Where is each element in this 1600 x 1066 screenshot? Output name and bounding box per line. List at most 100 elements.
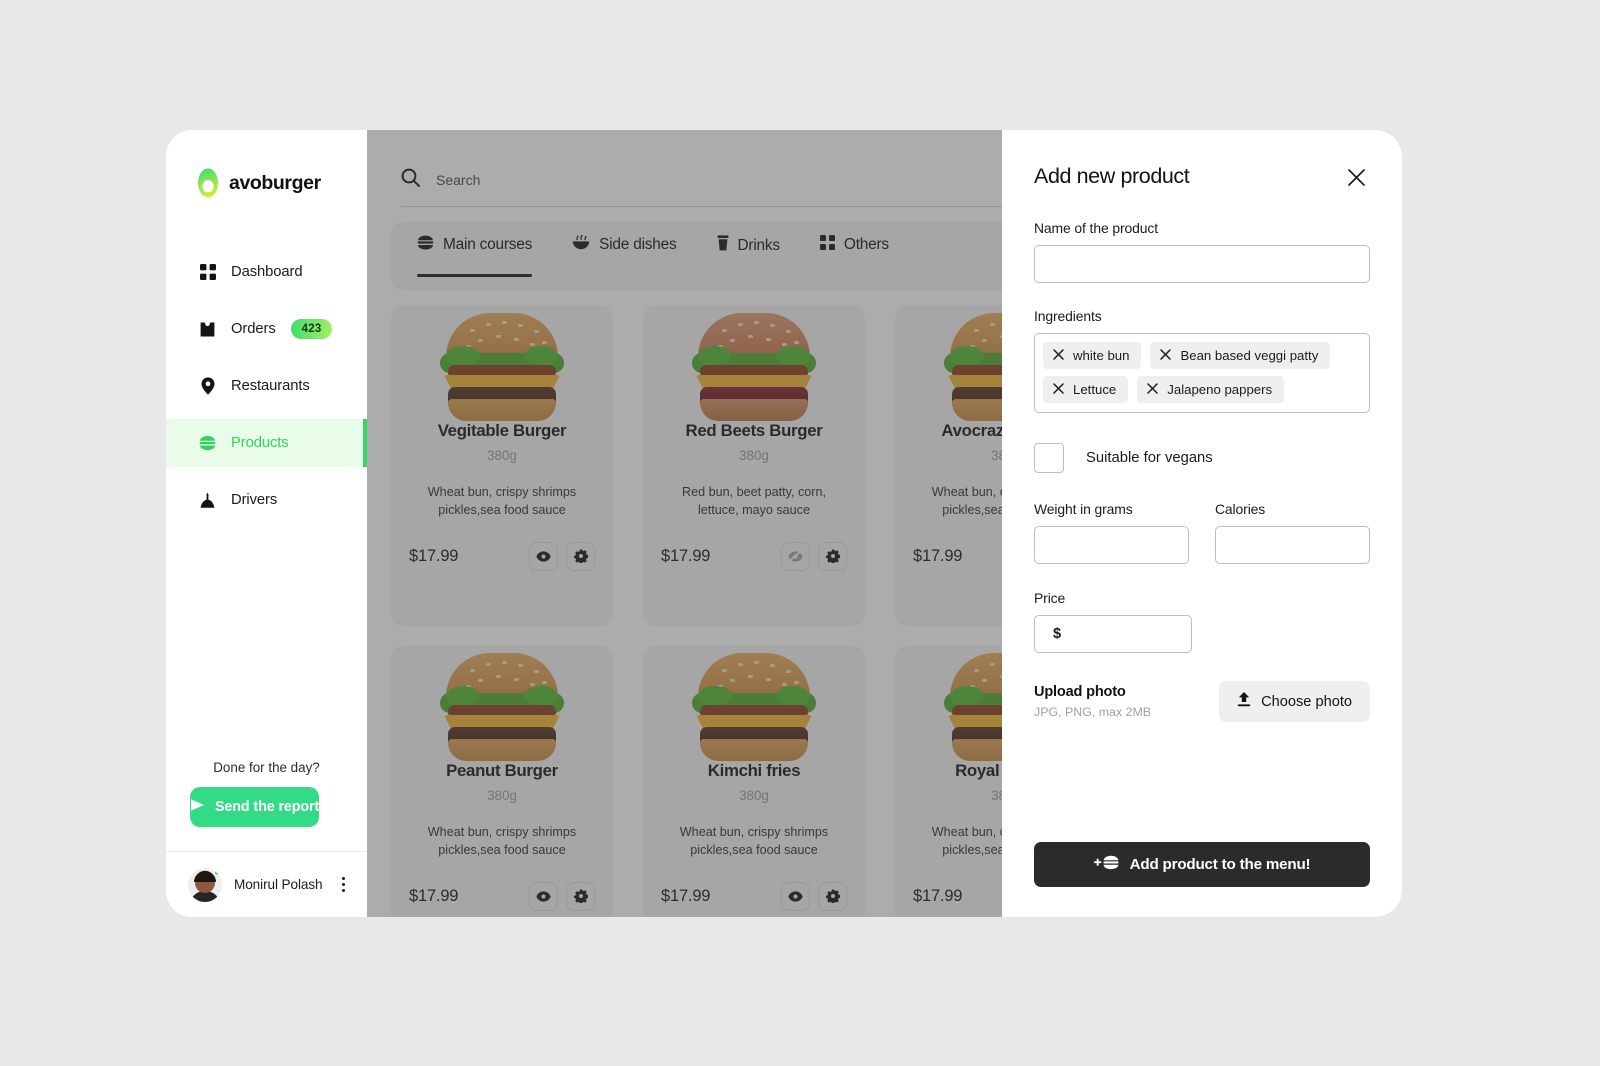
more-vertical-icon[interactable]	[338, 873, 349, 896]
sidebar-item-label: Drivers	[231, 492, 278, 508]
location-pin-icon	[199, 377, 216, 395]
sidebar-nav: Dashboard Orders 423 Restaurants Product…	[166, 248, 367, 533]
gear-icon[interactable]	[818, 881, 847, 911]
brand-logo[interactable]: avoburger	[166, 130, 367, 198]
product-name: Red Beets Burger	[685, 421, 823, 440]
close-icon[interactable]	[1160, 348, 1172, 363]
price-label: Price	[1034, 590, 1066, 606]
tab-label: Drinks	[737, 236, 781, 254]
eye-off-icon[interactable]	[781, 541, 810, 571]
product-name: Peanut Burger	[446, 761, 558, 780]
product-description: Wheat bun, crispy shrimps pickles,sea fo…	[427, 825, 577, 858]
plus-burger-icon	[1093, 855, 1120, 874]
tab-label: Main courses	[443, 236, 533, 253]
sidebar-item-drivers[interactable]: Drivers	[166, 476, 367, 524]
product-price: $17.99	[913, 546, 963, 565]
product-name: Kimchi fries	[707, 761, 801, 780]
burger-icon	[417, 235, 434, 255]
driver-icon	[199, 492, 216, 509]
avatar	[188, 867, 222, 902]
sidebar-item-dashboard[interactable]: Dashboard	[166, 248, 367, 296]
product-price: $17.99	[661, 886, 711, 905]
ingredient-chip[interactable]: white bun	[1043, 342, 1142, 369]
vegan-checkbox[interactable]	[1034, 443, 1064, 473]
app-window: avoburger Dashboard Orders 423 Restauran…	[166, 130, 1402, 917]
grid-icon	[819, 235, 835, 255]
search-icon	[401, 168, 420, 192]
send-report-button[interactable]: Send the report	[190, 787, 319, 827]
bag-icon	[199, 321, 216, 338]
tab-main-courses[interactable]: Main courses	[417, 235, 533, 277]
add-product-button[interactable]: Add product to the menu!	[1034, 842, 1370, 887]
product-price: $17.99	[661, 546, 711, 565]
orders-count-badge: 423	[290, 319, 333, 339]
avocado-logo-icon	[196, 168, 220, 198]
ingredient-chip[interactable]: Lettuce	[1043, 376, 1129, 403]
sidebar-item-restaurants[interactable]: Restaurants	[166, 362, 367, 410]
tab-drinks[interactable]: Drinks	[717, 235, 780, 270]
product-card[interactable]: Red Beets Burger 380g Red bun, beet patt…	[643, 305, 865, 627]
sidebar: avoburger Dashboard Orders 423 Restauran…	[166, 130, 367, 917]
product-name-label: Name of the product	[1034, 220, 1158, 236]
product-card[interactable]: Peanut Burger 380g Wheat bun, crispy shr…	[391, 645, 613, 917]
vegan-label: Suitable for vegans	[1086, 450, 1213, 466]
sidebar-item-label: Dashboard	[231, 264, 303, 280]
weight-input[interactable]	[1034, 526, 1189, 564]
screen: avoburger Dashboard Orders 423 Restauran…	[0, 0, 1600, 1066]
product-price: $17.99	[409, 546, 459, 565]
close-icon[interactable]	[1343, 164, 1370, 191]
send-play-icon	[190, 798, 205, 816]
currency-prefix: $	[1053, 626, 1062, 642]
product-description: Wheat bun, crispy shrimps pickles,sea fo…	[427, 485, 577, 518]
sidebar-item-label: Orders	[231, 321, 276, 337]
done-prompt: Done for the day?	[213, 760, 320, 775]
tab-others[interactable]: Others	[819, 235, 889, 269]
upload-photo-hint: JPG, PNG, max 2MB	[1034, 705, 1152, 719]
online-status-dot	[214, 868, 221, 876]
product-image	[409, 613, 595, 761]
bowl-icon	[572, 234, 590, 255]
product-weight: 380g	[739, 448, 769, 463]
sidebar-item-orders[interactable]: Orders 423	[166, 305, 367, 353]
sidebar-item-label: Products	[231, 435, 289, 451]
product-image	[409, 273, 595, 421]
close-icon[interactable]	[1053, 348, 1064, 363]
product-price: $17.99	[913, 886, 963, 905]
sidebar-item-label: Restaurants	[231, 378, 310, 394]
gear-icon[interactable]	[566, 881, 595, 911]
ingredients-input[interactable]: white bun Bean based veggi patty Lettuce	[1034, 333, 1370, 413]
grid-icon	[199, 264, 216, 281]
tab-side-dishes[interactable]: Side dishes	[572, 234, 677, 269]
user-name: Monirul Polash	[234, 877, 323, 892]
calories-input[interactable]	[1215, 526, 1370, 564]
close-icon[interactable]	[1147, 382, 1159, 397]
eye-icon[interactable]	[529, 541, 558, 571]
sidebar-footer: Done for the day? Send the report Moniru…	[166, 760, 367, 917]
eye-icon[interactable]	[781, 881, 810, 911]
gear-icon[interactable]	[818, 541, 847, 571]
ingredient-chip[interactable]: Jalapeno pappers	[1137, 376, 1285, 403]
add-product-label: Add product to the menu!	[1129, 856, 1311, 873]
tab-label: Others	[843, 236, 889, 253]
product-image	[661, 613, 847, 761]
gear-icon[interactable]	[566, 541, 595, 571]
choose-photo-button[interactable]: Choose photo	[1219, 681, 1370, 722]
ingredient-label: Jalapeno pappers	[1167, 382, 1273, 397]
sidebar-item-products[interactable]: Products	[166, 419, 367, 467]
brand-name: avoburger	[229, 171, 321, 194]
product-name-input[interactable]	[1034, 245, 1370, 283]
ingredient-label: white bun	[1073, 348, 1130, 363]
cup-icon	[717, 235, 729, 256]
product-description: Wheat bun, crispy shrimps pickles,sea fo…	[679, 825, 829, 858]
search-input[interactable]: Search	[436, 172, 480, 188]
product-card[interactable]: Kimchi fries 380g Wheat bun, crispy shri…	[643, 645, 865, 917]
user-profile-row[interactable]: Monirul Polash	[166, 851, 367, 917]
eye-icon[interactable]	[529, 881, 558, 911]
close-icon[interactable]	[1053, 382, 1064, 397]
product-card[interactable]: Vegitable Burger 380g Wheat bun, crispy …	[391, 305, 613, 627]
product-image	[661, 273, 847, 421]
price-input[interactable]: $	[1034, 615, 1192, 653]
add-product-panel: Add new product Name of the product Ingr…	[1002, 130, 1402, 917]
ingredient-chip[interactable]: Bean based veggi patty	[1150, 342, 1331, 369]
product-description: Red bun, beet patty, corn, lettuce, mayo…	[682, 485, 826, 518]
